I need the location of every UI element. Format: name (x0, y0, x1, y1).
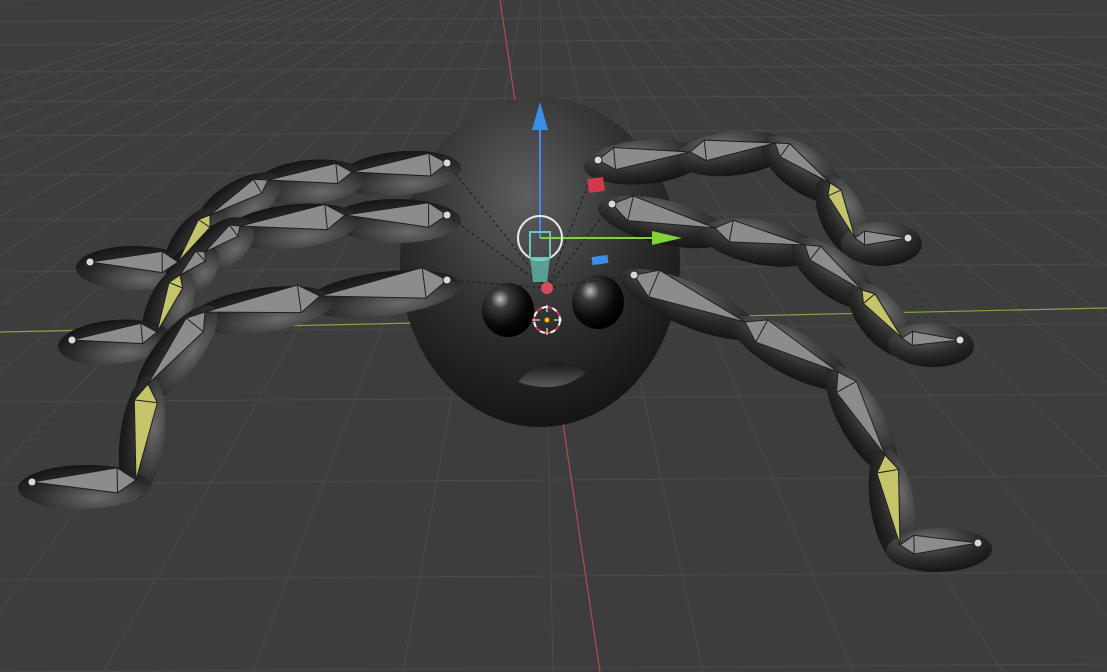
gizmo-x-plane-handle[interactable] (587, 176, 605, 194)
grid-line-h (0, 571, 1107, 581)
grid-line-h (0, 663, 1107, 672)
bone-joint[interactable] (593, 155, 603, 165)
right-eye[interactable] (572, 275, 624, 329)
grid-line-h (0, 475, 1107, 485)
pivot-point[interactable] (541, 282, 553, 294)
left-eye[interactable] (482, 283, 534, 337)
active-bone[interactable] (530, 258, 550, 282)
viewport-canvas[interactable] (0, 0, 1107, 672)
bone-joint[interactable] (442, 210, 452, 220)
bone-joint[interactable] (27, 477, 37, 487)
grid-line-h (0, 13, 1107, 23)
bone-joint[interactable] (607, 199, 617, 209)
bone-joint[interactable] (442, 158, 452, 168)
bone-joint[interactable] (67, 335, 77, 345)
bone-joint[interactable] (903, 233, 913, 243)
bone-joint[interactable] (442, 275, 452, 285)
bone-joint[interactable] (955, 335, 965, 345)
right-leg-segment-mesh[interactable] (841, 222, 922, 266)
3d-viewport[interactable] (0, 0, 1107, 672)
bone-joint[interactable] (85, 257, 95, 267)
bone-joint[interactable] (629, 270, 639, 280)
bone-joint[interactable] (973, 538, 983, 548)
